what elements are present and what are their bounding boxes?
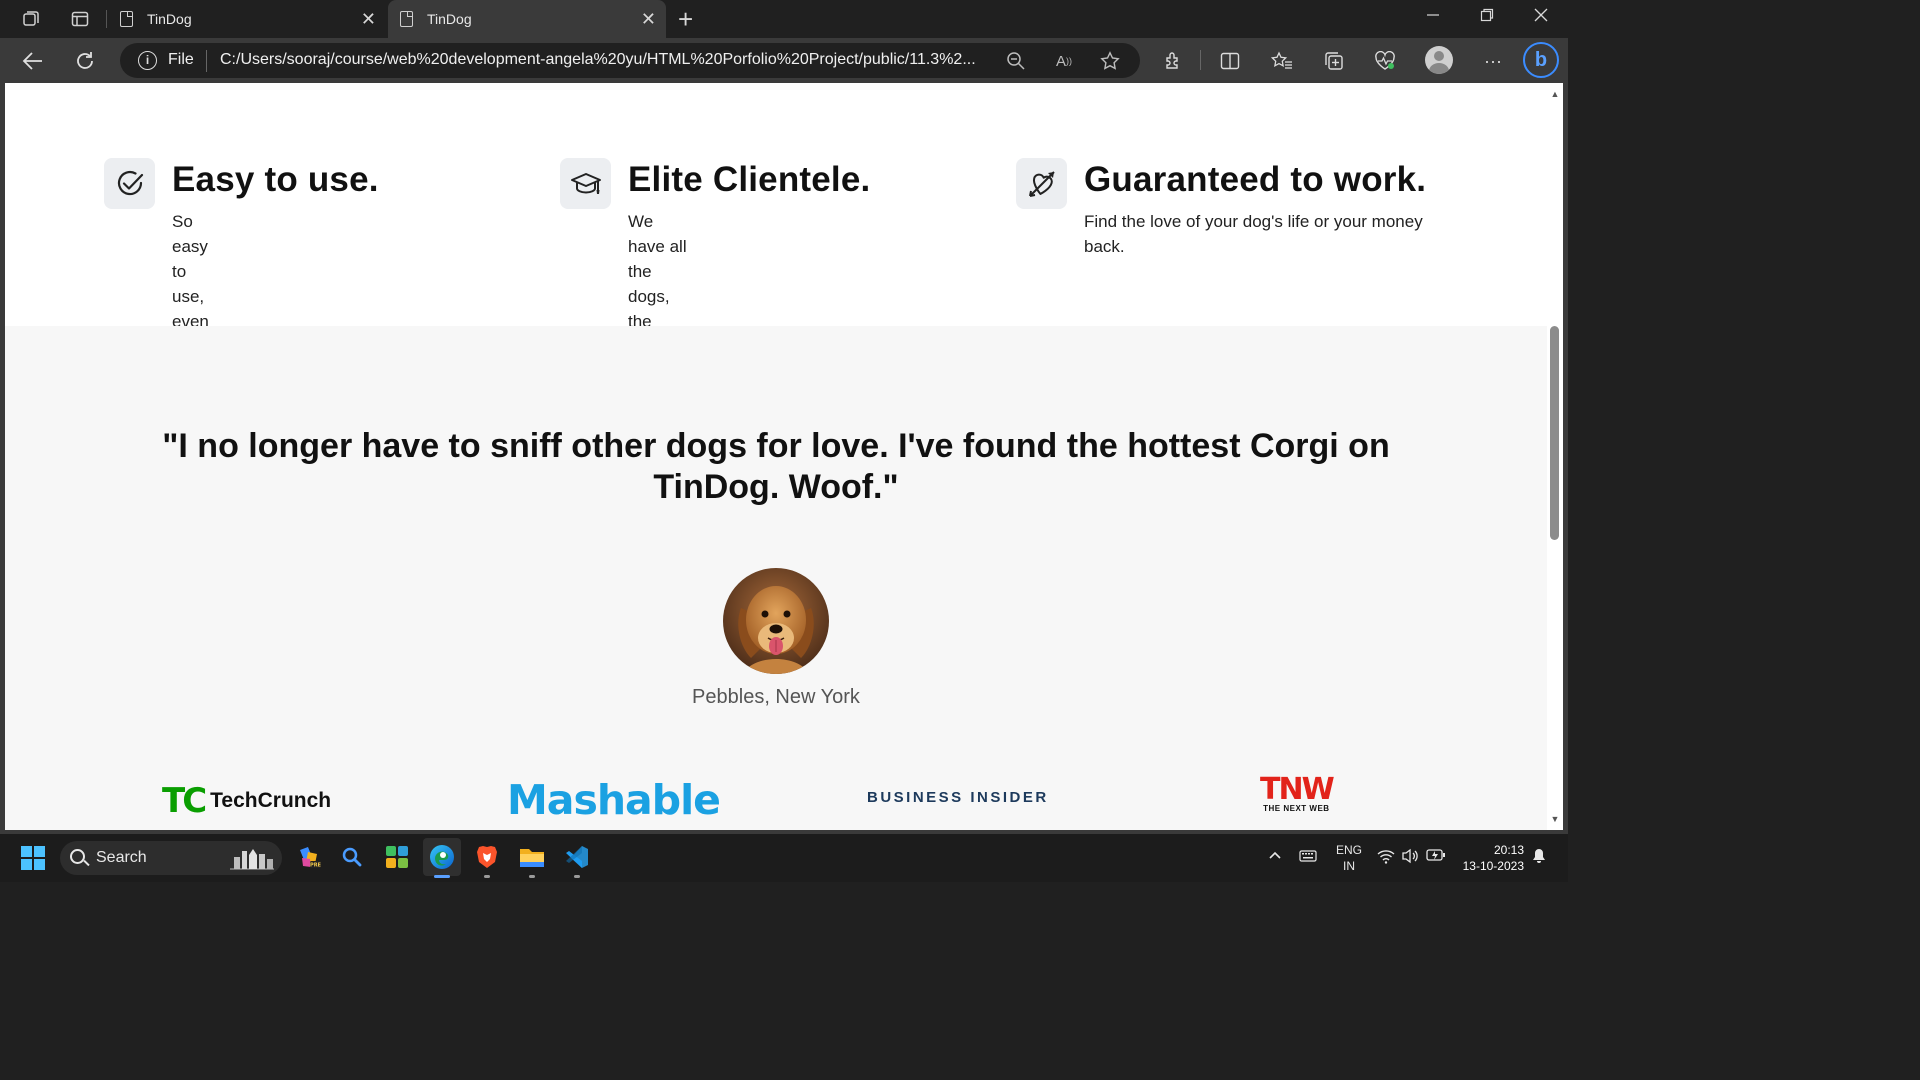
dog-avatar-image: [723, 568, 829, 674]
address-bar[interactable]: i File C:/Users/sooraj/course/web%20deve…: [120, 43, 1140, 78]
feature-title: Easy to use.: [172, 160, 379, 199]
restore-icon[interactable]: [1480, 8, 1494, 27]
web-page: Easy to use. So easy to use, even your d…: [5, 83, 1547, 830]
scroll-up-arrow-icon[interactable]: ▲: [1550, 89, 1560, 99]
collections-icon[interactable]: [1321, 48, 1347, 74]
techcrunch-logo: TC TechCrunch: [162, 781, 331, 821]
search-icon: [70, 849, 85, 864]
favorite-star-icon[interactable]: [1098, 49, 1122, 73]
page-icon: [120, 11, 133, 27]
tnw-logo: TNW THE NEXT WEB: [1260, 772, 1335, 814]
more-options-icon[interactable]: ···: [1480, 48, 1506, 74]
tab-tindog-1[interactable]: TinDog ✕: [108, 0, 386, 38]
language-code: ENG: [1336, 843, 1363, 857]
techcrunch-name-b: Crunch: [257, 789, 332, 812]
running-indicator: [529, 875, 535, 878]
zoom-icon[interactable]: [1004, 49, 1028, 73]
feature-title: Elite Clientele.: [628, 160, 871, 199]
brave-browser-icon[interactable]: [473, 843, 501, 871]
search-app-icon[interactable]: [338, 843, 366, 871]
tab-tindog-2-active[interactable]: TinDog ✕: [388, 0, 666, 38]
search-label: Search: [96, 849, 147, 866]
close-icon[interactable]: ✕: [361, 9, 376, 30]
feature-title: Guaranteed to work.: [1084, 160, 1427, 199]
graduation-cap-icon: [560, 158, 611, 209]
tnw-subtitle: THE NEXT WEB: [1263, 804, 1330, 813]
heart-arrow-icon: [1016, 158, 1067, 209]
svg-text:PRE: PRE: [310, 863, 322, 869]
copilot-preview-icon[interactable]: PRE: [295, 843, 323, 871]
window-border-right: [1563, 83, 1568, 830]
input-language[interactable]: ENG IN: [1336, 842, 1362, 874]
tab-divider: [106, 10, 107, 28]
battery-icon[interactable]: [1426, 848, 1446, 865]
favorites-icon[interactable]: [1269, 48, 1295, 74]
clock-date: 13-10-2023: [1462, 859, 1524, 873]
read-aloud-icon[interactable]: A)): [1052, 49, 1076, 73]
split-screen-icon[interactable]: [1217, 48, 1243, 74]
close-icon[interactable]: ✕: [641, 9, 656, 30]
techcrunch-name-a: Tech: [210, 789, 258, 812]
techcrunch-mark: TC: [162, 781, 207, 821]
notifications-bell-icon[interactable]: [1532, 848, 1546, 867]
tab-actions-icon[interactable]: [69, 8, 91, 30]
info-icon[interactable]: i: [138, 51, 157, 70]
scroll-thumb[interactable]: [1550, 326, 1559, 540]
tab-title: TinDog: [427, 11, 472, 27]
profile-avatar[interactable]: [1425, 46, 1453, 74]
address-divider: [206, 50, 207, 72]
features-section: Easy to use. So easy to use, even your d…: [5, 83, 1547, 431]
new-tab-button[interactable]: +: [678, 4, 693, 35]
edge-browser-icon[interactable]: [423, 838, 461, 876]
wifi-icon[interactable]: [1377, 848, 1395, 867]
workspaces-icon[interactable]: [20, 8, 42, 30]
running-indicator: [484, 875, 490, 878]
active-indicator: [434, 875, 450, 878]
file-explorer-icon[interactable]: [518, 843, 546, 871]
minimize-icon[interactable]: [1426, 8, 1440, 27]
testimonial-author: Pebbles, New York: [692, 686, 860, 708]
window-close-icon[interactable]: [1534, 8, 1548, 27]
scheme-label: File: [168, 51, 194, 68]
check-circle-icon: [104, 158, 155, 209]
url-text[interactable]: C:/Users/sooraj/course/web%20development…: [220, 51, 995, 69]
tab-title: TinDog: [147, 11, 192, 27]
running-indicator: [574, 875, 580, 878]
tnw-mark: TNW: [1260, 772, 1335, 807]
volume-icon[interactable]: [1401, 848, 1419, 867]
navigation-bar: i File C:/Users/sooraj/course/web%20deve…: [0, 38, 1568, 83]
testimonial-section: "I no longer have to sniff other dogs fo…: [5, 326, 1547, 830]
testimonial-quote: "I no longer have to sniff other dogs fo…: [162, 427, 1390, 506]
language-region: IN: [1343, 859, 1355, 873]
browser-essentials-icon[interactable]: [1372, 48, 1398, 74]
scroll-down-arrow-icon[interactable]: ▼: [1550, 814, 1560, 824]
page-scrollbar[interactable]: ▲ ▼: [1547, 83, 1563, 830]
refresh-icon[interactable]: [72, 48, 98, 74]
extensions-icon[interactable]: [1160, 48, 1186, 74]
business-insider-logo: BUSINESS INSIDER: [867, 789, 1049, 806]
windows-taskbar: Search PRE ENG IN 20:13 13-10-2023: [0, 834, 1568, 882]
system-clock[interactable]: 20:13 13-10-2023: [1456, 842, 1524, 874]
show-hidden-icons-icon[interactable]: [1268, 848, 1282, 863]
windows-start-icon[interactable]: [21, 846, 45, 870]
mashable-logo: Mashable: [507, 776, 721, 824]
vscode-icon[interactable]: [563, 843, 591, 871]
tab-strip: TinDog ✕ TinDog ✕ +: [0, 0, 1568, 38]
feature-description: Find the love of your dog's life or your…: [1084, 212, 1423, 256]
bing-copilot-icon[interactable]: b: [1523, 42, 1559, 78]
techcrunch-wordmark: TechCrunch: [210, 789, 331, 813]
search-highlight-icon: [230, 849, 274, 870]
taskbar-search[interactable]: Search: [60, 841, 282, 875]
touch-keyboard-icon[interactable]: [1299, 849, 1317, 866]
toolbar-divider: [1200, 50, 1201, 70]
clock-time: 20:13: [1493, 843, 1524, 857]
spotify-puzzle-icon[interactable]: [383, 843, 411, 871]
back-icon[interactable]: [20, 48, 46, 74]
page-icon: [400, 11, 413, 27]
